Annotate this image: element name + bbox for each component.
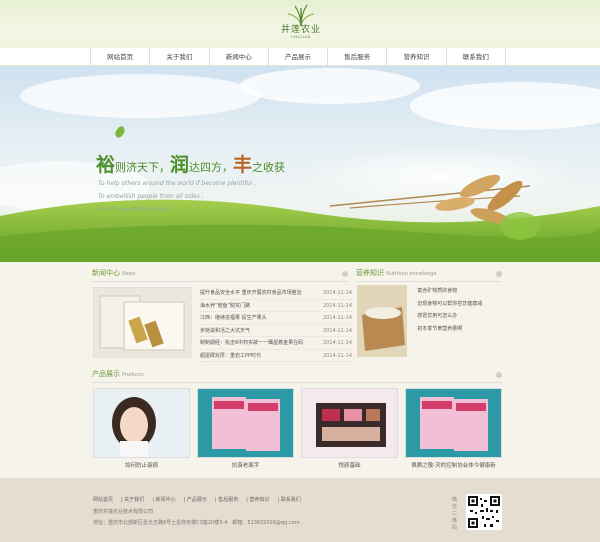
list-item[interactable]: 海水养“鲍鱼”脱贫门路 2014-11-14 [200, 300, 352, 312]
nav-item-contact[interactable]: 联系我们 [447, 48, 506, 66]
logo-subtext: JINGLIAN [291, 35, 311, 39]
slogan-part: 达四方， [189, 161, 234, 174]
nav-item-products[interactable]: 产品展示 [269, 48, 329, 66]
list-item[interactable]: 初冬季节黄营养蘑啊 [414, 323, 504, 336]
footer-link[interactable]: 产品展示 [187, 497, 207, 503]
list-item[interactable]: 制制期经：执击6中药实破一一鹰屋着金果在码 2014-11-14 [200, 337, 352, 350]
footer-company: 重庆井莲农业技术有限公司 [93, 509, 154, 515]
list-item[interactable]: 超屋碟兆厚：重岩工PP时代 2014-11-14 [200, 350, 352, 362]
site-logo[interactable]: 井莲农业 JINGLIAN [274, 4, 328, 44]
news-item-title: 提升食品安全水平 重庆开展农村食品市场整治 [200, 290, 302, 296]
news-item-date: 2014-11-14 [322, 302, 352, 309]
news-item-title: 海水养“鲍鱼”脱贫门路 [200, 302, 251, 309]
nav-item-about[interactable]: 关于我们 [150, 48, 210, 66]
news-item-date: 2014-11-14 [322, 340, 352, 346]
logo-text: 井莲农业 [280, 25, 321, 35]
list-item[interactable]: 提升食品安全水平 重庆开展农村食品市场整治 2014-11-14 [200, 287, 352, 300]
news-title: 新闻中心 [92, 269, 120, 277]
product-label[interactable]: 抗衰老面字 [197, 461, 294, 469]
knowledge-list: 富含矿物质的食物 迈现食物可以帮你控饮健康减 感冒饮用可怎么办 初冬季节黄营养蘑… [414, 285, 504, 335]
more-icon[interactable] [496, 372, 502, 378]
main-nav: 网站首页 关于我们 新闻中心 产品展示 售后服务 营养知识 联系我们 [0, 48, 600, 66]
news-image[interactable] [93, 287, 192, 358]
news-item-title: 超屋碟兆厚：重岩工PP时代 [200, 352, 262, 359]
more-icon[interactable] [496, 271, 502, 277]
wheat-logo-icon [287, 4, 315, 26]
list-item[interactable]: 富含矿物质的食物 [414, 285, 504, 298]
product-card[interactable] [405, 388, 502, 458]
nav-item-home[interactable]: 网站首页 [90, 48, 151, 66]
news-item-date: 2014-11-14 [322, 352, 352, 359]
news-item-title: 制制期经：执击6中药实破一一鹰屋着金果在码 [200, 340, 304, 346]
footer-address: 地址：重庆市北部新区星光五路8号土星商务楼C3座20楼3-4 邮箱：513632… [93, 520, 300, 526]
hero-banner: 裕则济天下，润达四方，丰之收获 To help others around th… [0, 66, 600, 262]
product-label[interactable]: 佩颗之敬-河的控制协会体今健康新 [405, 461, 502, 469]
news-item-title: 江西：继续造福果 投生产果头 [200, 315, 267, 321]
product-image [406, 389, 501, 457]
news-list: 提升食品安全水平 重庆开展农村食品市场整治 2014-11-14 海水养“鲍鱼”脱… [200, 287, 352, 362]
product-label[interactable]: 如何防止衰病 [93, 461, 190, 469]
products-title: 产品展示 [92, 370, 120, 378]
banner-scenery-image [0, 68, 600, 262]
news-item-date: 2014-11-14 [322, 290, 352, 296]
slogan-part: 之收获 [252, 161, 286, 174]
product-box-image [94, 288, 192, 358]
product-image [302, 389, 397, 457]
knowledge-section-title: 营养知识 Nutrition knowledge [356, 268, 502, 282]
list-item[interactable]: 感冒饮用可怎么办 [414, 310, 504, 323]
site-footer [0, 478, 600, 542]
more-icon[interactable] [342, 271, 348, 277]
slogan-part: 裕 [96, 154, 116, 176]
banner-english-line: To rich people's harvest [98, 206, 170, 213]
knowledge-image[interactable] [357, 285, 407, 357]
products-title-en: Products [122, 372, 144, 378]
banner-slogan: 裕则济天下，润达四方，丰之收获 [96, 150, 285, 177]
product-card[interactable] [93, 388, 190, 458]
slogan-part: 润 [170, 154, 190, 176]
news-item-date: 2014-11-14 [322, 327, 352, 334]
news-item-date: 2014-11-14 [322, 315, 352, 321]
footer-link[interactable]: 关于我们 [124, 497, 144, 503]
list-item[interactable]: 江西：继续造福果 投生产果头 2014-11-14 [200, 312, 352, 325]
footer-link[interactable]: 新闻中心 [156, 497, 176, 503]
knowledge-title-en: Nutrition knowledge [386, 271, 437, 277]
product-card[interactable] [301, 388, 398, 458]
qr-label: 微信二维码 [452, 497, 458, 531]
footer-link[interactable]: 网站首页 [93, 497, 113, 503]
news-section-title: 新闻中心 News [92, 268, 348, 282]
news-item-title: 步她说和活之大坑天气 [200, 327, 251, 334]
slogan-part: 则济天下， [115, 161, 171, 174]
footer-link[interactable]: 售后服务 [218, 497, 238, 503]
footer-links: 网站首页 | 关于我们 | 新闻中心 | 产品展示 | 售后服务 | 营养知识 | 联系我们 [93, 497, 301, 503]
rice-box-image [357, 285, 407, 357]
products-section-title: 产品展示 Products [92, 369, 502, 383]
knowledge-title: 营养知识 [356, 269, 384, 277]
nav-item-nutrition[interactable]: 营养知识 [387, 48, 447, 66]
product-card[interactable] [197, 388, 294, 458]
product-image [198, 389, 293, 457]
footer-link[interactable]: 联系我们 [281, 497, 301, 503]
product-label[interactable]: 悦颜基础 [301, 461, 398, 469]
banner-english-line: To help others around the world if becom… [98, 180, 256, 187]
slogan-part: 丰 [233, 154, 253, 176]
nav-item-news[interactable]: 新闻中心 [210, 48, 269, 66]
banner-english-line: To embellish people from all sides , [98, 193, 204, 200]
qr-code-icon [466, 494, 502, 530]
list-item[interactable]: 步她说和活之大坑天气 2014-11-14 [200, 325, 352, 337]
nav-item-service[interactable]: 售后服务 [328, 48, 388, 66]
list-item[interactable]: 迈现食物可以帮你控饮健康减 [414, 298, 504, 311]
site-header: 井莲农业 JINGLIAN [0, 0, 600, 48]
footer-link[interactable]: 营养知识 [249, 497, 269, 503]
product-image [94, 389, 189, 457]
news-title-en: News [122, 271, 136, 277]
